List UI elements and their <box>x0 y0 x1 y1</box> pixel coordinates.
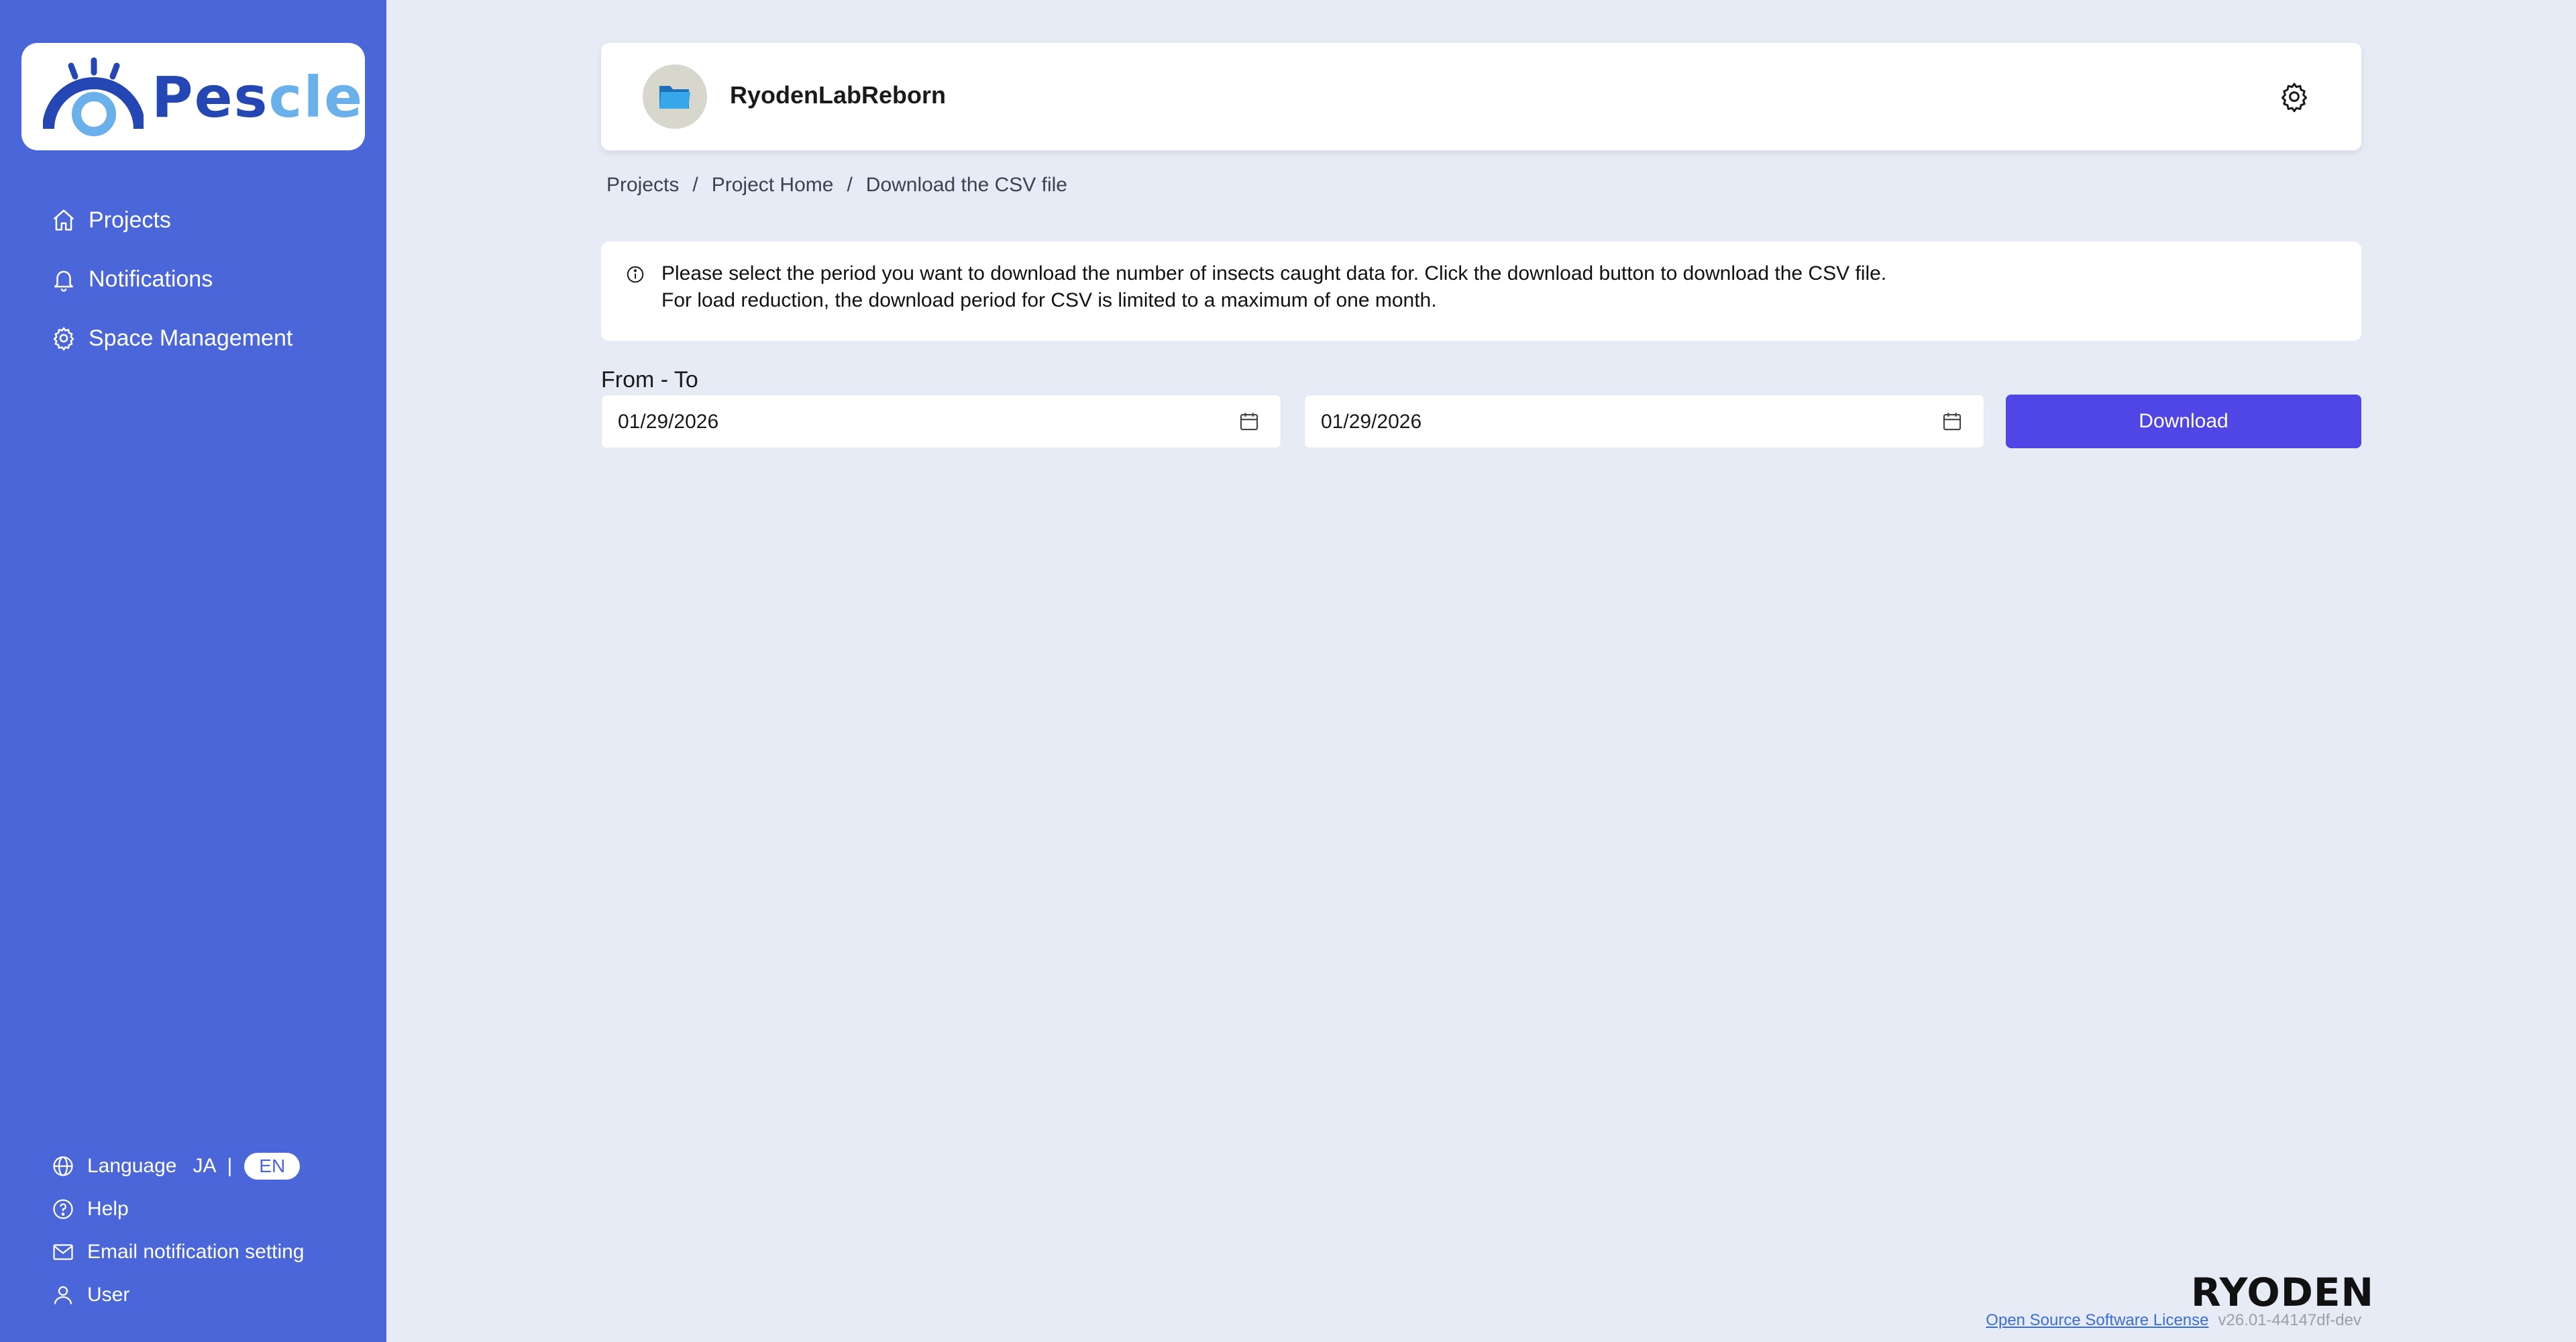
breadcrumb-current: Download the CSV file <box>865 174 1067 196</box>
gear-icon <box>2281 83 2308 113</box>
info-message: Please select the period you want to dow… <box>601 242 2361 341</box>
user-icon <box>51 1283 75 1307</box>
sidebar-item-label: Notifications <box>89 266 213 292</box>
sidebar-item-notifications[interactable]: Notifications <box>51 259 213 299</box>
calendar-icon[interactable] <box>1941 410 1964 433</box>
sidebar-item-label: Projects <box>89 207 171 233</box>
language-ja-option[interactable]: JA <box>193 1155 216 1178</box>
project-header: RyodenLabReborn <box>601 43 2361 150</box>
info-line-2: For load reduction, the download period … <box>661 289 1437 311</box>
ryoden-logo: RYODEN <box>2191 1270 2375 1315</box>
language-separator: | <box>227 1155 233 1177</box>
footer: Open Source Software License v26.01-4414… <box>1986 1310 2361 1331</box>
language-label: Language <box>87 1155 177 1177</box>
language-switcher: Language JA | EN <box>51 1150 301 1182</box>
user-label: User <box>87 1284 130 1306</box>
help-circle-icon <box>51 1197 75 1221</box>
pescle-logo[interactable]: Pescle <box>21 43 365 150</box>
info-icon <box>625 264 645 285</box>
logo-wordmark: Pescle <box>152 67 364 127</box>
app-version: v26.01-44147df-dev <box>2218 1311 2362 1329</box>
breadcrumb-projects[interactable]: Projects <box>606 172 679 199</box>
to-date-value: 01/29/2026 <box>1321 411 1422 433</box>
eye-logo-icon <box>43 57 144 136</box>
project-avatar <box>643 64 707 129</box>
breadcrumb-separator: / <box>847 174 853 196</box>
email-setting-label: Email notification setting <box>87 1241 305 1263</box>
project-name: RyodenLabReborn <box>730 81 947 109</box>
home-icon <box>51 207 76 233</box>
from-date-input[interactable]: 01/29/2026 <box>601 395 1281 448</box>
info-text: Please select the period you want to dow… <box>661 260 1886 314</box>
sidebar-item-email-notification-setting[interactable]: Email notification setting <box>51 1236 305 1268</box>
calendar-icon[interactable] <box>1238 410 1260 433</box>
help-label: Help <box>87 1198 129 1220</box>
download-button[interactable]: Download <box>2006 395 2361 448</box>
logo-wordmark-light: cle <box>268 64 364 130</box>
sidebar-item-projects[interactable]: Projects <box>51 200 171 240</box>
bell-icon <box>51 266 76 292</box>
breadcrumb-project-home[interactable]: Project Home <box>712 172 834 199</box>
sidebar-item-help[interactable]: Help <box>51 1193 129 1225</box>
oss-license-link[interactable]: Open Source Software License <box>1986 1310 2208 1331</box>
globe-icon <box>51 1154 75 1178</box>
gear-icon <box>51 325 76 351</box>
logo-wordmark-dark: Pes <box>152 64 269 130</box>
from-date-value: 01/29/2026 <box>618 411 719 433</box>
to-date-input[interactable]: 01/29/2026 <box>1304 395 1984 448</box>
date-range-label: From - To <box>601 367 698 393</box>
sidebar-item-space-management[interactable]: Space Management <box>51 318 292 358</box>
sidebar-item-user[interactable]: User <box>51 1279 129 1311</box>
mail-icon <box>51 1240 75 1264</box>
breadcrumb: Projects / Project Home / Download the C… <box>606 172 1067 199</box>
project-settings-button[interactable] <box>2278 81 2310 113</box>
sidebar-item-label: Space Management <box>89 325 293 351</box>
breadcrumb-separator: / <box>692 174 698 196</box>
info-line-1: Please select the period you want to dow… <box>661 262 1887 285</box>
folder-icon <box>659 86 690 109</box>
language-en-option[interactable]: EN <box>244 1153 301 1180</box>
sidebar: Pescle Projects Notifications Space Mana… <box>0 0 386 1342</box>
